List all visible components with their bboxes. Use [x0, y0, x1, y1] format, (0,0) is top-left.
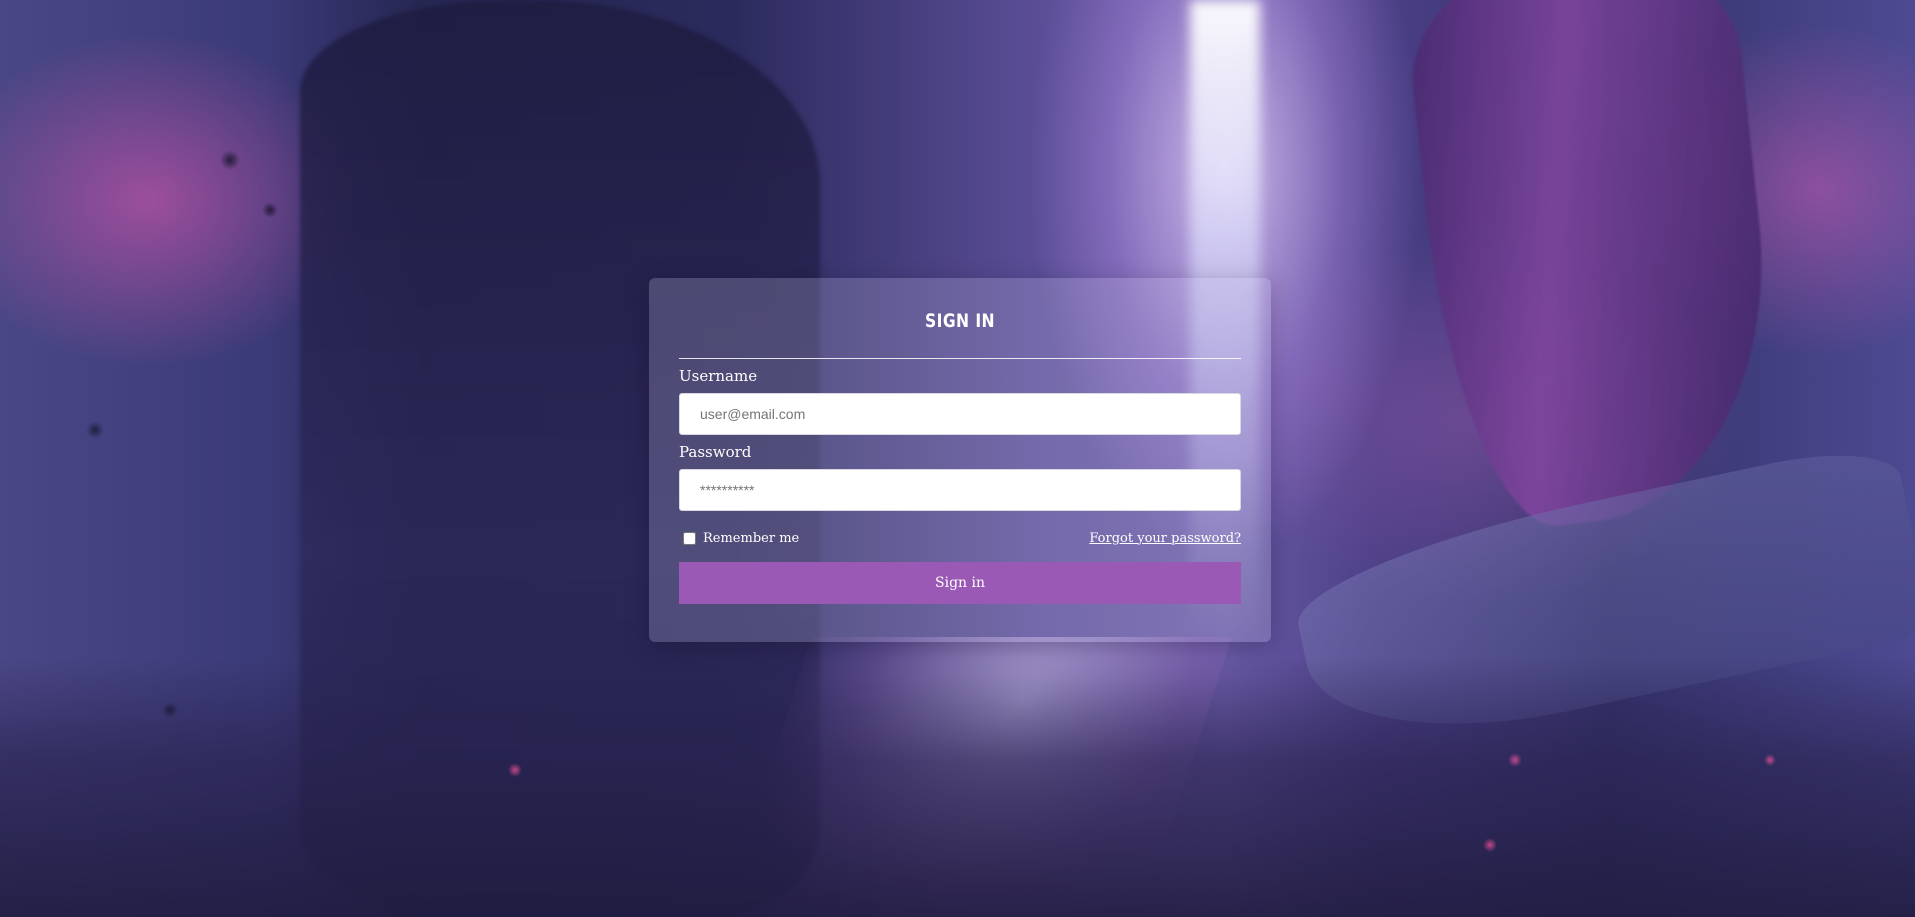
sign-in-title: SIGN IN: [925, 310, 995, 332]
title-divider: [679, 358, 1241, 359]
password-input[interactable]: [679, 469, 1241, 511]
remember-me-option[interactable]: Remember me: [679, 531, 799, 546]
username-input[interactable]: [679, 393, 1241, 435]
options-row: Remember me Forgot your password?: [679, 528, 1241, 548]
remember-me-checkbox[interactable]: [683, 531, 696, 545]
sign-in-card: SIGN IN Username Password Remember me Fo…: [649, 278, 1271, 642]
sign-in-button[interactable]: Sign in: [679, 562, 1241, 604]
remember-me-label: Remember me: [703, 530, 800, 546]
password-label: Password: [679, 443, 752, 461]
forgot-password-link[interactable]: Forgot your password?: [1089, 531, 1241, 546]
username-label: Username: [679, 367, 758, 385]
